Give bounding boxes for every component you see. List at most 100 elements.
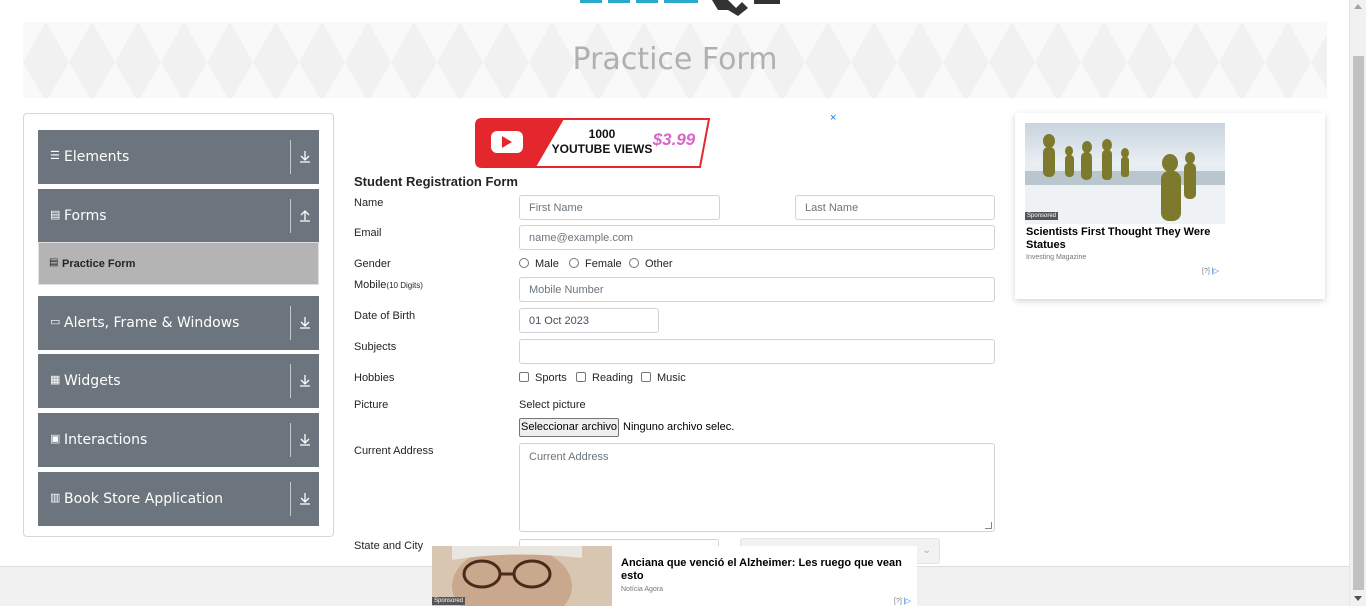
ad-card-right[interactable]: Sponsored Scientists First Thought They … [1015,113,1325,299]
document-icon: ▤ [50,209,61,221]
divider [290,140,291,174]
window-icon: ▭ [50,316,61,328]
page-banner: Practice Form [23,22,1327,98]
sidebar-group-forms[interactable]: ▤ Forms [38,189,319,243]
divider [290,423,291,457]
ad-info-icon[interactable]: [?] |▷ [1202,267,1219,275]
checkbox-box[interactable] [519,372,529,382]
ad-source: Notícia Agora [621,586,664,593]
sidebar-group-widgets[interactable]: ▦ Widgets [38,354,319,408]
radio-circle[interactable] [629,258,639,268]
subjects-input[interactable] [519,339,995,364]
statues-photo [1025,134,1225,224]
checkbox-label: Music [657,372,686,384]
mobile-label-text: Mobile [354,279,387,291]
page-scrollbar[interactable] [1349,0,1366,606]
sidebar-group-label: Alerts, Frame & Windows [64,315,240,331]
sidebar-group-elements[interactable]: ☰ Elements [38,130,319,184]
expand-icon[interactable] [299,315,311,331]
checkbox-label: Sports [535,372,567,384]
sponsored-badge: Sponsored [1025,212,1059,220]
checkbox-label: Reading [592,372,633,384]
gender-label: Gender [354,258,391,270]
radio-label: Male [535,258,559,270]
ad-headline[interactable]: Anciana que venció el Alzheimer: Les rue… [621,557,911,583]
hobby-reading-checkbox[interactable]: Reading [576,372,633,384]
mobile-label: Mobile(10 Digits) [354,279,423,291]
choose-file-button[interactable]: Seleccionar archivo [519,418,619,437]
sidebar-group-book-store[interactable]: ▥ Book Store Application [38,472,319,526]
radio-label: Female [585,258,622,270]
ad-headline[interactable]: Scientists First Thought They Were Statu… [1026,226,1226,252]
resize-handle-icon[interactable] [985,522,992,529]
divider [290,482,291,516]
sponsored-badge: Sponsored [432,597,466,605]
sidebar-group-label: Elements [64,149,130,165]
state-city-label: State and City [354,540,424,552]
email-label: Email [354,227,382,239]
mobile-input[interactable]: Mobile Number [519,277,995,302]
site-logo[interactable] [578,0,788,16]
gender-female-radio[interactable]: Female [569,258,622,270]
books-icon: ▥ [50,492,61,504]
chevron-down-icon[interactable]: ⌄ [923,545,931,556]
page-title: Practice Form [572,42,778,77]
ad-info-icon[interactable]: [?] |▷ [894,597,911,605]
ad-price: $3.99 [652,130,696,149]
email-input[interactable]: name@example.com [519,225,995,250]
collapse-icon[interactable] [299,208,311,224]
adchoices-icon[interactable]: |▷ [904,598,911,605]
ad-info-text: [?] [1202,268,1210,275]
gender-male-radio[interactable]: Male [519,258,559,270]
ad-info-text: [?] [894,598,902,605]
document-icon: ▤ [49,257,59,268]
sidebar-group-label: Widgets [64,373,121,389]
form-title: Student Registration Form [354,174,518,189]
sidebar: ☰ Elements ▤ Forms ▤ Practice Form ▭ Ale… [23,113,334,537]
divider [290,306,291,340]
hobby-sports-checkbox[interactable]: Sports [519,372,567,384]
date-of-birth-input[interactable]: 01 Oct 2023 [519,308,659,333]
gender-other-radio[interactable]: Other [629,258,673,270]
ad-banner-bottom[interactable]: Sponsored Anciana que venció el Alzheime… [432,546,917,606]
hobby-music-checkbox[interactable]: Music [641,372,686,384]
close-ad-icon[interactable]: × [830,112,836,124]
youtube-views-ad-image: 1000 YOUTUBE VIEWS $3.99 [475,118,711,168]
grid-icon: ▦ [50,374,61,386]
page: Practice Form ☰ Elements ▤ Forms ▤ Pract… [0,0,1366,606]
sidebar-group-label: Interactions [64,432,148,448]
expand-icon[interactable] [299,432,311,448]
expand-icon[interactable] [299,149,311,165]
expand-icon[interactable] [299,491,311,507]
current-address-textarea[interactable]: Current Address [519,443,995,532]
scroll-up-icon[interactable] [1354,4,1362,9]
ad-banner-top[interactable]: 1000 YOUTUBE VIEWS $3.99 × [354,112,838,172]
sidebar-item-practice-form[interactable]: ▤ Practice Form [38,242,319,285]
radio-circle[interactable] [569,258,579,268]
sidebar-group-label: Forms [64,208,107,224]
checkbox-box[interactable] [576,372,586,382]
picture-label: Picture [354,399,389,411]
square-icon: ▣ [50,433,61,445]
checkbox-box[interactable] [641,372,651,382]
scrollbar-thumb[interactable] [1353,56,1364,590]
radio-circle[interactable] [519,258,529,268]
mobile-hint: (10 Digits) [386,281,423,290]
expand-icon[interactable] [299,373,311,389]
sidebar-item-label: Practice Form [62,258,136,270]
select-picture-label: Select picture [519,399,586,411]
divider [290,364,291,398]
ad-image [1025,123,1225,224]
textarea-placeholder: Current Address [529,451,609,463]
sidebar-group-alerts[interactable]: ▭ Alerts, Frame & Windows [38,296,319,350]
sidebar-group-label: Book Store Application [64,491,223,507]
menu-icon: ☰ [50,150,60,162]
radio-label: Other [645,258,673,270]
dob-label: Date of Birth [354,310,416,322]
sidebar-group-interactions[interactable]: ▣ Interactions [38,413,319,467]
adchoices-icon[interactable]: |▷ [1212,268,1219,275]
scroll-down-icon[interactable] [1354,596,1362,601]
ad-text-line2: YOUTUBE VIEWS [552,142,653,156]
last-name-input[interactable]: Last Name [795,195,995,220]
first-name-input[interactable]: First Name [519,195,720,220]
